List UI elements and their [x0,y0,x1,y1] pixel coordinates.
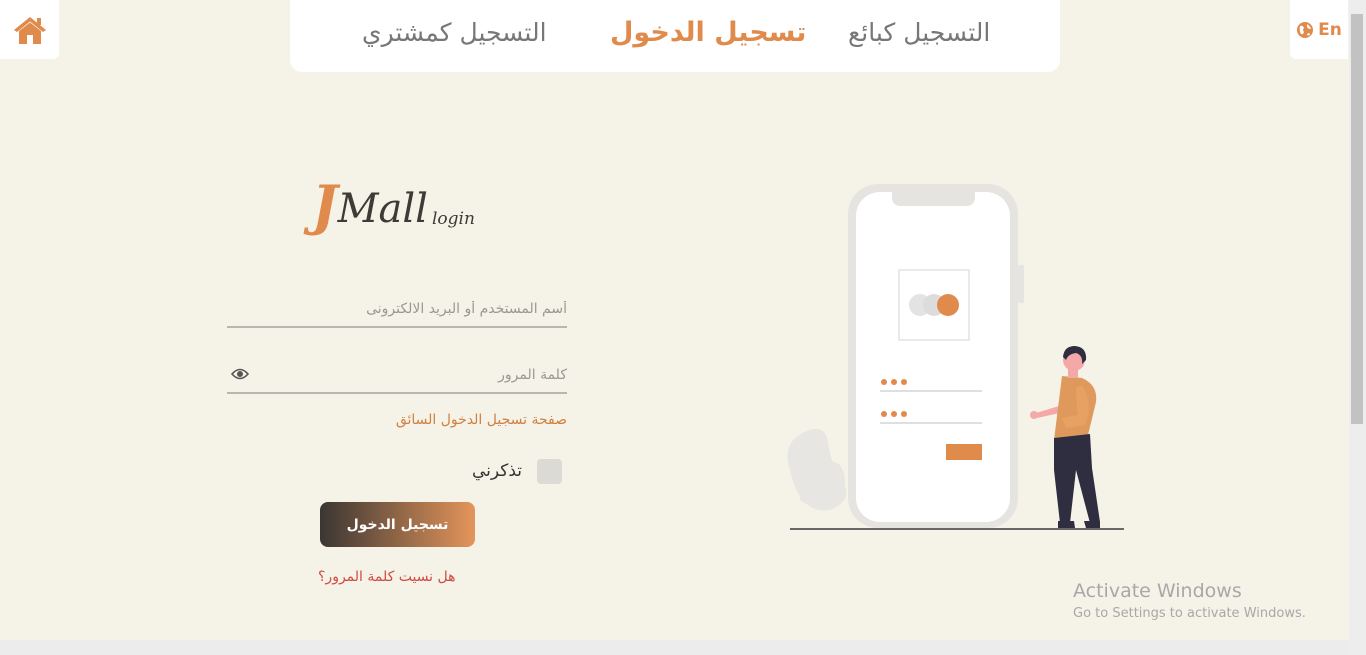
watermark-subtitle: Go to Settings to activate Windows. [1073,606,1306,621]
remember-me-label: تذكرني [472,461,523,481]
logo-subtitle: login [431,209,475,229]
forgot-password-link[interactable]: هل نسيت كلمة المرور؟ [318,569,456,585]
horizontal-scrollbar[interactable] [0,640,1349,655]
home-icon [13,16,46,44]
watermark-title: Activate Windows [1073,580,1242,602]
tab-login[interactable]: تسجيل الدخول [610,17,806,48]
eye-icon[interactable] [231,367,249,381]
tab-register-seller[interactable]: التسجيل كبائع [848,18,990,47]
language-button[interactable]: En [1290,0,1348,59]
login-illustration [787,184,1124,530]
password-field [227,358,567,394]
username-input[interactable] [227,292,567,326]
home-button[interactable] [0,0,59,59]
password-input[interactable] [227,358,567,392]
globe-icon [1297,21,1314,38]
logo-j: J [312,173,338,237]
windows-activation-watermark: Activate Windows Go to Settings to activ… [1073,580,1306,621]
username-field [227,292,567,328]
tab-register-buyer[interactable]: التسجيل كمشتري [362,18,547,47]
language-label: En [1318,19,1342,40]
driver-login-link[interactable]: صفحة تسجيل الدخول السائق [396,412,567,428]
auth-tabs: التسجيل كمشتري تسجيل الدخول التسجيل كبائ… [290,0,1060,72]
vertical-scrollbar[interactable] [1349,0,1366,655]
scrollbar-thumb[interactable] [1351,14,1363,424]
remember-me-checkbox[interactable] [537,459,562,484]
jmall-logo: J Mall login [312,178,475,232]
logo-mall: Mall [337,186,428,232]
login-button[interactable]: تسجيل الدخول [320,502,475,547]
